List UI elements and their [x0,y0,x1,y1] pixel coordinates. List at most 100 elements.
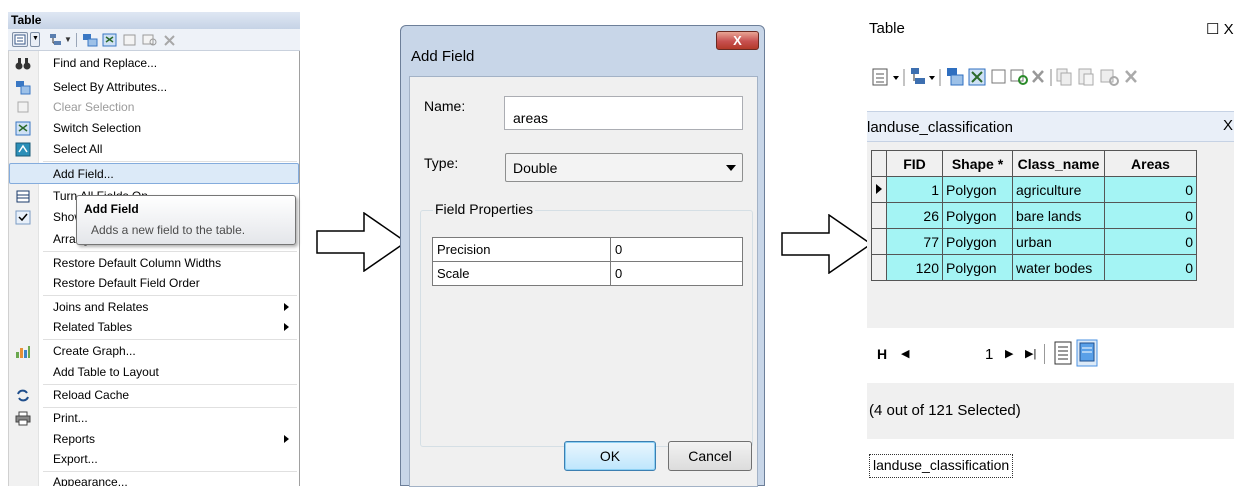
submenu-arrow-icon [284,323,289,331]
table-options-panel: Table ▼ ▼ Find and Replace... Select By … [0,0,300,486]
close-icon[interactable]: X [1223,117,1233,134]
menu-item-create-graph[interactable]: Create Graph... [9,341,299,362]
last-record-button[interactable]: ▶| [1025,347,1036,360]
menu-item-reload-cache[interactable]: Reload Cache [9,385,299,406]
cell-areas[interactable]: 0 [1104,202,1197,229]
table-row[interactable]: 26 Polygon bare lands 0 [871,202,1197,229]
table-options-button[interactable] [12,32,28,47]
menu-item-add-table-to-layout[interactable]: Add Table to Layout [9,362,299,383]
cell-fid[interactable]: 1 [886,176,943,203]
zoom-to-selected-icon [1010,69,1028,85]
related-tables-icon [911,68,925,84]
window-controls[interactable]: ☐ X [1206,20,1234,38]
switch-selection-icon[interactable] [102,33,118,47]
menu-item-label: Add Table to Layout [53,365,159,379]
chevron-down-icon[interactable]: ▼ [64,33,72,47]
cell-shape[interactable]: Polygon [942,202,1013,229]
cell-areas[interactable]: 0 [1104,228,1197,255]
dialog-frame: Add Field X Name: areas Type: Double Fie… [400,25,765,487]
column-header-areas[interactable]: Areas [1104,150,1197,177]
cancel-button[interactable]: Cancel [668,441,752,471]
table-window: Table ☐ X landuse_classification X FID S… [867,10,1234,486]
cell-shape[interactable]: Polygon [942,228,1013,255]
table-row[interactable]: 77 Polygon urban 0 [871,228,1197,255]
menu-item-print[interactable]: Print... [9,408,299,429]
property-value[interactable]: 0 [610,237,743,262]
menu-item-restore-column-widths[interactable]: Restore Default Column Widths [9,253,299,274]
flow-arrow-1 [316,212,408,272]
menu-separator [43,339,297,340]
current-row-indicator[interactable] [871,176,887,203]
clear-selection-icon[interactable] [122,33,138,47]
cell-class-name[interactable]: bare lands [1012,202,1105,229]
row-selector[interactable] [871,254,887,281]
add-field-tooltip: Add Field Adds a new field to the table. [76,195,296,245]
column-header-fid[interactable]: FID [886,150,943,177]
menu-item-restore-field-order[interactable]: Restore Default Field Order [9,273,299,294]
cell-fid[interactable]: 26 [886,202,943,229]
first-record-button[interactable]: H [877,346,887,362]
menu-item-related-tables[interactable]: Related Tables [9,317,299,338]
zoom-icon [1100,69,1119,86]
menu-item-select-by-attributes[interactable]: Select By Attributes... [9,77,299,98]
column-header-shape[interactable]: Shape * [942,150,1013,177]
menu-item-clear-selection[interactable]: Clear Selection [9,97,299,118]
clear-selection-icon [17,101,29,113]
row-selector[interactable] [871,202,887,229]
menu-item-add-field[interactable]: Add Field... [9,163,299,184]
cell-shape[interactable]: Polygon [942,254,1013,281]
menu-item-switch-selection[interactable]: Switch Selection [9,118,299,139]
menu-item-label: Restore Default Field Order [53,276,200,290]
cell-fid[interactable]: 77 [886,228,943,255]
menu-item-export[interactable]: Export... [9,449,299,470]
show-selected-records-icon[interactable] [1076,339,1098,367]
show-all-records-icon[interactable] [1054,341,1072,365]
menu-item-appearance[interactable]: Appearance... [9,472,299,486]
cell-class-name[interactable]: agriculture [1012,176,1105,203]
zoom-to-selected-icon[interactable] [142,33,158,47]
cell-shape[interactable]: Polygon [942,176,1013,203]
menu-item-label: Reports [53,432,96,446]
ok-button[interactable]: OK [564,441,656,471]
menu-item-find-replace[interactable]: Find and Replace... [9,53,299,74]
property-value[interactable]: 0 [610,261,743,286]
name-label: Name: [424,98,466,114]
chevron-down-icon [726,165,736,171]
type-select[interactable]: Double [505,153,743,182]
related-tables-icon[interactable] [48,33,64,47]
cell-fid[interactable]: 120 [886,254,943,281]
menu-item-select-all[interactable]: Select All [9,139,299,160]
menu-separator [43,295,297,296]
menu-item-reports[interactable]: Reports [9,429,299,450]
table-options-dropdown[interactable]: ▼ [30,32,40,47]
row-selector[interactable] [871,228,887,255]
current-record-number[interactable]: 1 [985,346,993,363]
menu-item-label: Print... [53,411,88,425]
cell-areas[interactable]: 0 [1104,176,1197,203]
menu-item-label: Restore Default Column Widths [53,256,222,270]
cell-class-name[interactable]: water bodes [1012,254,1105,281]
select-by-attributes-icon[interactable] [82,33,98,47]
flow-arrow-2 [781,214,873,274]
name-input[interactable]: areas [504,96,743,130]
cell-areas[interactable]: 0 [1104,254,1197,281]
chevron-down-icon: ▼ [32,35,39,42]
tooltip-description: Adds a new field to the table. [91,223,246,237]
next-record-button[interactable]: ▶ [1005,347,1013,360]
column-header-class-name[interactable]: Class_name [1012,150,1105,177]
checkmark-icon [15,210,31,225]
binoculars-icon [15,58,31,70]
field-properties-grid: Precision 0 Scale 0 [432,237,743,286]
menu-item-joins-relates[interactable]: Joins and Relates [9,297,299,318]
menu-item-label: Switch Selection [53,121,142,135]
close-button[interactable]: X [716,31,759,50]
table-row[interactable]: 1 Polygon agriculture 0 [871,176,1197,203]
table-row[interactable]: 120 Polygon water bodes 0 [871,254,1197,281]
delete-icon [1125,70,1137,83]
cell-class-name[interactable]: urban [1012,228,1105,255]
delete-selected-icon[interactable] [162,33,178,47]
copy-icon [1056,68,1072,86]
previous-record-button[interactable]: ◀ [901,347,909,360]
table-bottom-tab[interactable]: landuse_classification [869,454,1014,478]
record-navigator: H ◀ 1 ▶ ▶| [867,335,1234,375]
